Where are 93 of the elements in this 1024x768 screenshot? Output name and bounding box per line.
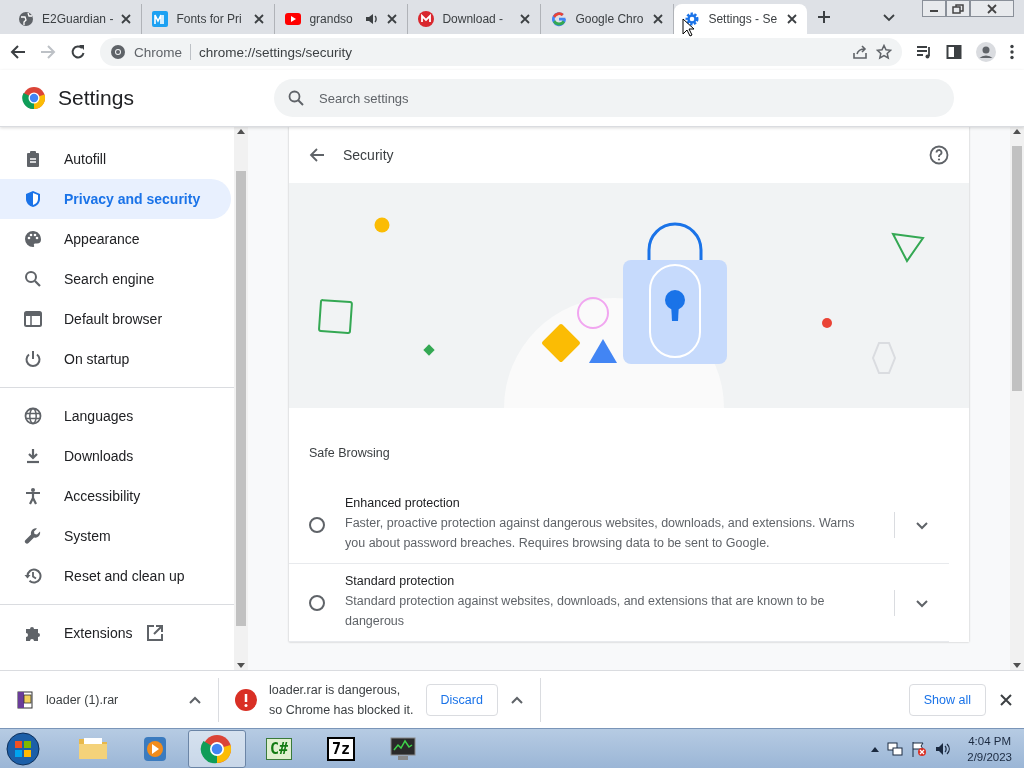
globe-icon — [24, 407, 42, 425]
taskbar-app[interactable]: 7z — [312, 729, 370, 768]
restore-button[interactable] — [946, 0, 970, 17]
side-panel-icon[interactable] — [946, 44, 962, 60]
scroll-up-icon[interactable] — [1013, 129, 1021, 134]
bookmark-star-icon[interactable] — [876, 44, 892, 60]
sidebar-item[interactable]: Privacy and security — [0, 179, 231, 219]
page-title: Security — [343, 147, 394, 163]
scrollbar-thumb[interactable] — [1012, 146, 1022, 391]
warning-icon — [235, 688, 257, 711]
option-title: Standard protection — [345, 574, 456, 588]
download-icon — [24, 447, 42, 465]
reload-icon[interactable] — [70, 44, 86, 60]
palette-icon — [24, 230, 42, 248]
close-icon[interactable] — [787, 14, 798, 24]
show-all-button[interactable]: Show all — [908, 683, 986, 716]
search-icon — [288, 90, 304, 106]
close-icon[interactable] — [387, 14, 398, 24]
globe-icon — [18, 11, 34, 27]
m-logo-icon — [418, 11, 435, 27]
option-title: Enhanced protection — [345, 496, 461, 510]
browser-window-icon — [24, 310, 42, 328]
new-tab-icon[interactable] — [817, 10, 832, 24]
clock-date[interactable]: 2/9/2023 — [967, 748, 1012, 765]
option-description: Standard protection against websites, downloads, and extensions that are known to be dangerous — [345, 593, 826, 630]
restore-clock-icon — [24, 567, 42, 585]
url-text: chrome://settings/security — [199, 44, 353, 60]
sidebar-item[interactable]: System — [0, 516, 231, 556]
back-arrow-icon[interactable] — [309, 147, 325, 163]
puzzle-piece-icon — [24, 624, 42, 642]
browser-tab[interactable]: Settings - Se — [674, 4, 808, 34]
share-icon[interactable] — [852, 44, 868, 60]
tray-expand-icon[interactable] — [871, 745, 880, 752]
close-window-button[interactable] — [970, 0, 1014, 17]
discard-button[interactable]: Discard — [425, 683, 498, 716]
section-heading: Safe Browsing — [308, 445, 391, 462]
site-label: Chrome — [134, 44, 182, 60]
radio-button[interactable] — [309, 594, 325, 611]
close-icon[interactable] — [1000, 693, 1012, 706]
sidebar-item[interactable]: Extensions — [0, 613, 231, 653]
action-center-flag-icon[interactable] — [911, 740, 928, 757]
minimize-button[interactable] — [922, 0, 946, 17]
close-icon[interactable] — [121, 14, 132, 24]
sidebar-item[interactable]: Default browser — [0, 299, 231, 339]
sidebar-item[interactable]: Reset and clean up — [0, 556, 231, 596]
option-description: Faster, proactive protection against dangerous websites, downloads, and extensions. Warns you about password breaches. Requires browsing data to be sent to Google. — [345, 515, 856, 552]
network-icon[interactable] — [887, 740, 904, 757]
gear-icon — [684, 11, 701, 27]
radio-button[interactable] — [309, 516, 325, 533]
shield-icon — [24, 190, 42, 208]
taskbar-app[interactable] — [188, 729, 246, 768]
google-logo-icon — [551, 11, 568, 27]
sidebar-item[interactable]: Accessibility — [0, 476, 231, 516]
sidebar-item[interactable]: Search engine — [0, 259, 231, 299]
wrench-icon — [24, 527, 42, 545]
taskbar-app[interactable]: C# — [250, 729, 308, 768]
scroll-down-icon[interactable] — [237, 663, 245, 668]
start-button-icon[interactable] — [6, 731, 40, 766]
menu-icon[interactable] — [1010, 44, 1014, 60]
media-queue-icon[interactable] — [916, 44, 932, 60]
sidebar-item[interactable]: On startup — [0, 339, 231, 379]
sidebar-item[interactable]: Downloads — [0, 436, 231, 476]
search-icon — [24, 270, 42, 288]
scrollbar-thumb[interactable] — [236, 171, 246, 626]
scroll-up-icon[interactable] — [237, 129, 245, 134]
accessibility-person-icon — [24, 487, 42, 505]
power-icon — [24, 350, 42, 368]
address-bar[interactable]: Chrome chrome://settings/security — [100, 38, 902, 66]
close-icon — [986, 3, 998, 14]
search-field[interactable]: Search settings — [274, 79, 954, 117]
back-arrow-icon[interactable] — [10, 44, 26, 60]
sidebar-item[interactable]: Languages — [0, 396, 231, 436]
scroll-down-icon[interactable] — [1013, 663, 1021, 668]
chrome-logo-icon — [22, 86, 46, 110]
close-icon[interactable] — [520, 14, 531, 24]
chrome-logo-icon — [110, 44, 126, 60]
file-name: loader (1).rar — [46, 692, 120, 707]
video-play-icon — [285, 11, 302, 27]
app-logo-icon: C# — [265, 737, 293, 760]
clipboard-icon — [24, 150, 42, 168]
close-icon[interactable] — [653, 14, 664, 24]
archive-file-icon — [16, 690, 34, 709]
app-logo-icon: 7z — [326, 736, 356, 761]
close-icon[interactable] — [254, 14, 265, 24]
fonts-logo-icon — [152, 11, 169, 27]
clock-time[interactable]: 4:04 PM — [967, 732, 1012, 749]
restore-icon — [952, 3, 964, 14]
download-warning-text: loader.rar is dangerous, so Chrome has blocked it. — [269, 681, 414, 719]
sidebar-item[interactable]: Autofill — [0, 139, 231, 179]
sidebar-item[interactable]: Appearance — [0, 219, 231, 259]
profile-avatar-icon[interactable] — [976, 42, 996, 62]
help-icon[interactable] — [929, 145, 949, 165]
settings-title: Settings — [58, 86, 135, 110]
